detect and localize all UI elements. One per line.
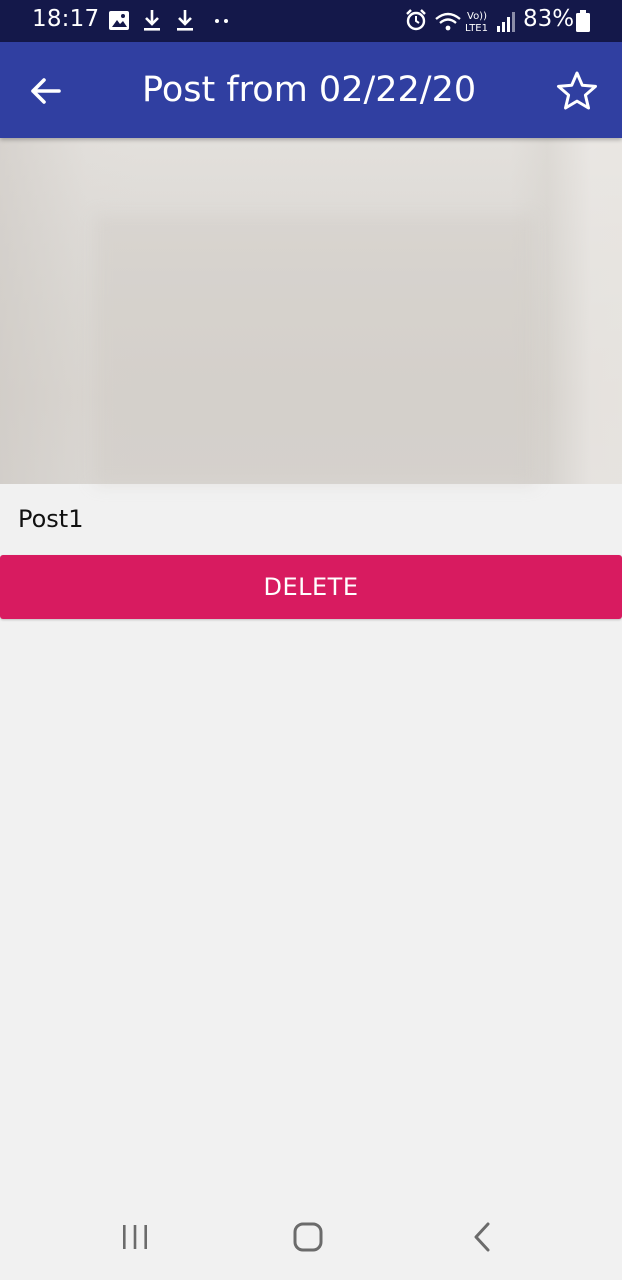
signal-icon [497, 12, 515, 32]
recents-button[interactable] [118, 1220, 152, 1254]
screen: 18:17 Vo)) LTE1 83% Post from 02/22/20 P… [0, 0, 622, 1280]
star-outline-icon [557, 71, 597, 110]
system-back-button[interactable] [466, 1219, 500, 1255]
alarm-icon [406, 9, 426, 31]
svg-text:LTE1: LTE1 [465, 23, 488, 34]
more-dots-icon [215, 19, 228, 23]
status-system-icons: Vo)) LTE1 [406, 9, 515, 34]
battery-percent: 83% [523, 6, 575, 32]
post-image [0, 138, 622, 484]
svg-text:Vo)): Vo)) [467, 11, 487, 22]
post-title: Post1 [18, 505, 84, 533]
battery-icon [576, 10, 590, 32]
back-button[interactable] [22, 68, 68, 114]
status-time: 18:17 [32, 6, 100, 32]
status-notification-icons [109, 10, 228, 31]
wifi-icon [435, 12, 461, 31]
status-bar: 18:17 Vo)) LTE1 83% [0, 0, 622, 42]
gallery-icon [109, 11, 129, 30]
download-icon [177, 10, 193, 31]
page-title: Post from 02/22/20 [142, 70, 477, 110]
back-icon [474, 1222, 490, 1252]
arrow-back-icon [31, 78, 61, 104]
delete-button[interactable]: DELETE [0, 555, 622, 619]
navigation-bar [0, 1196, 622, 1280]
home-button[interactable] [290, 1219, 326, 1255]
post-image-shade [95, 216, 535, 484]
volte-icon: Vo)) LTE1 [465, 11, 488, 34]
recents-icon [123, 1225, 147, 1249]
favorite-button[interactable] [554, 68, 600, 114]
home-icon [293, 1222, 323, 1252]
download-icon [144, 10, 160, 31]
app-bar: Post from 02/22/20 [0, 42, 622, 138]
